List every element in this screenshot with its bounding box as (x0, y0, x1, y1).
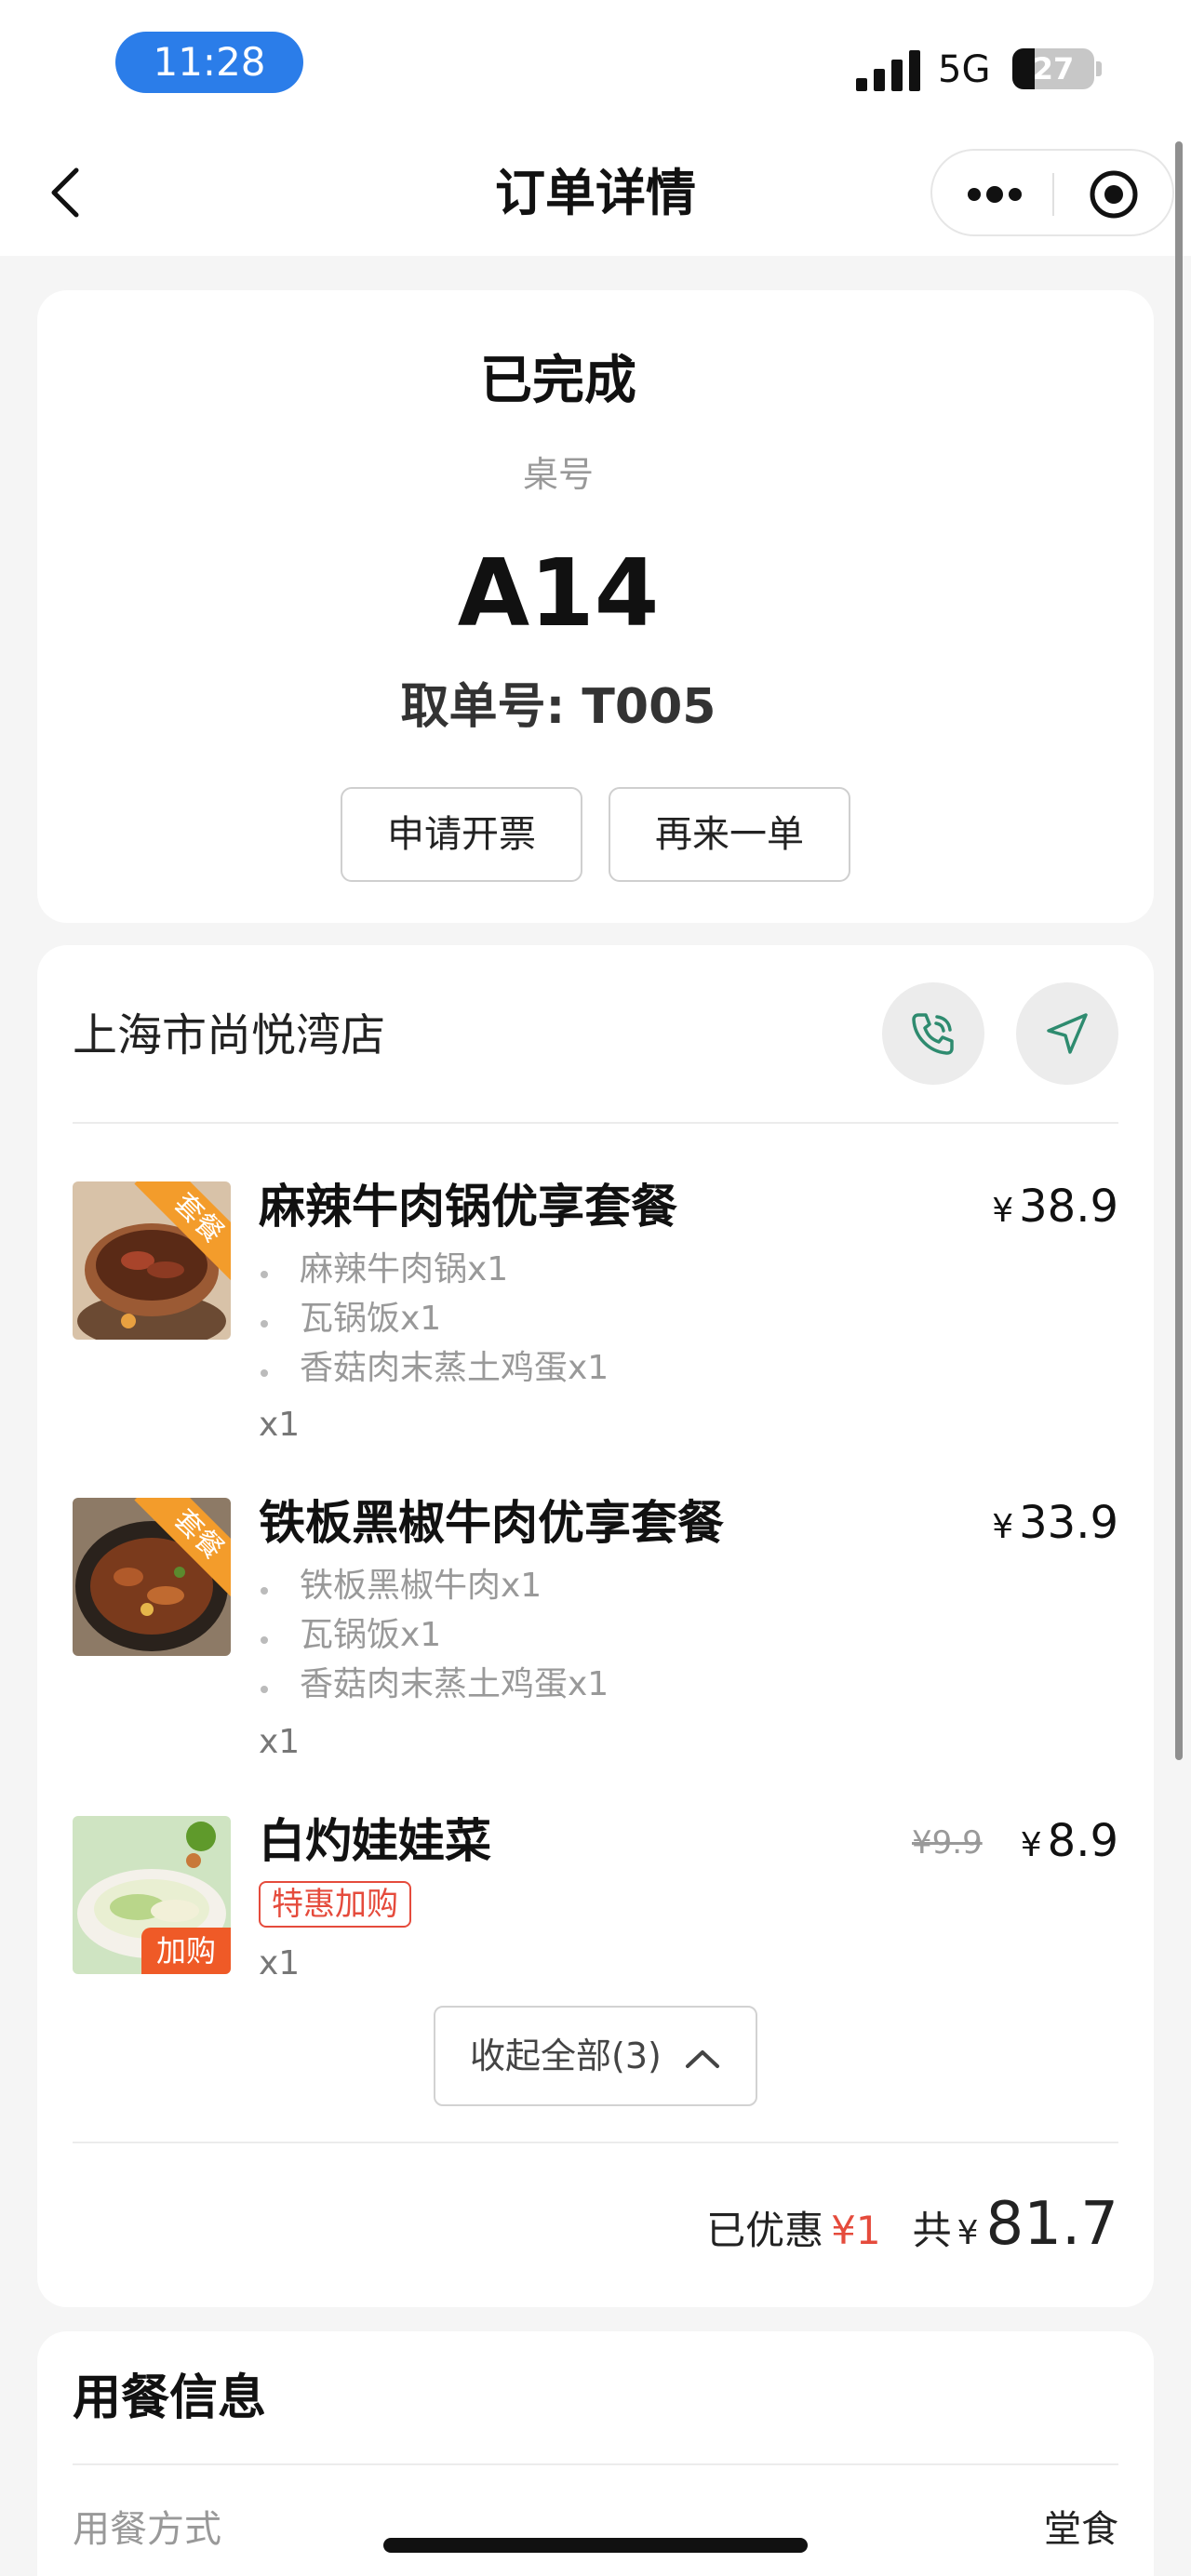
store-name: 上海市尚悦湾店 (73, 1009, 386, 1061)
currency-symbol: ¥ (992, 1192, 1014, 1230)
battery-tip (1096, 61, 1102, 76)
reorder-button[interactable]: 再来一单 (609, 787, 850, 882)
store-divider (73, 1122, 1118, 1124)
item-price-value: 38.9 (1019, 1181, 1118, 1233)
table-number: A14 (457, 539, 660, 647)
navigate-store-button[interactable] (1016, 982, 1118, 1085)
item-price-value: 8.9 (1047, 1815, 1118, 1867)
dining-divider (73, 2463, 1118, 2465)
original-price: ¥9.9 (912, 1824, 983, 1862)
close-miniprogram-button[interactable] (1081, 167, 1146, 221)
dining-method-label: 用餐方式 (73, 2508, 221, 2551)
discount-amount: ¥1 (831, 2208, 881, 2253)
collapse-label: 收起全部(3) (470, 2035, 662, 2076)
total-amount: 81.7 (985, 2190, 1119, 2259)
sub-item: 麻辣牛肉锅x1 (300, 1250, 509, 1288)
more-button[interactable] (960, 171, 1029, 218)
item-quantity: x1 (259, 1944, 301, 1982)
back-button[interactable] (37, 160, 93, 225)
status-time: 11:28 (115, 32, 303, 93)
dining-info-title: 用餐信息 (73, 2370, 267, 2426)
total-label: 共 (912, 2208, 952, 2253)
sub-item: 铁板黑椒牛肉x1 (300, 1567, 542, 1605)
call-store-button[interactable] (882, 982, 984, 1085)
currency-symbol: ¥ (992, 1508, 1014, 1546)
collapse-all-button[interactable]: 收起全部(3) (434, 2006, 757, 2106)
target-icon (1090, 170, 1138, 219)
table-label: 桌号 (522, 454, 594, 495)
item-name: 麻辣牛肉锅优享套餐 (259, 1180, 677, 1234)
sub-item: 香菇肉末蒸土鸡蛋x1 (300, 1349, 609, 1387)
sub-item: 瓦锅饭x1 (300, 1616, 442, 1654)
item-thumbnail[interactable]: 加购 (73, 1816, 231, 1974)
battery-icon: 27 (1012, 48, 1094, 89)
item-name: 铁板黑椒牛肉优享套餐 (259, 1496, 724, 1550)
top-bar: 11:28 5G 27 订单详情 (0, 0, 1191, 256)
item-price-value: 33.9 (1019, 1497, 1118, 1549)
item-name: 白灼娃娃菜 (259, 1814, 491, 1868)
item-quantity: x1 (259, 1723, 301, 1761)
chevron-left-icon (51, 167, 79, 218)
order-status-text: 已完成 (480, 351, 636, 411)
total-currency: ¥ (957, 2214, 979, 2252)
home-indicator[interactable] (383, 2538, 808, 2553)
scrollbar[interactable] (1175, 141, 1183, 1760)
promo-tag: 特惠加购 (259, 1881, 411, 1928)
navigation-arrow-icon (1047, 1013, 1088, 1054)
sub-item: 香菇肉末蒸土鸡蛋x1 (300, 1665, 609, 1703)
invoice-button[interactable]: 申请开票 (341, 787, 582, 882)
item-quantity: x1 (259, 1406, 301, 1444)
more-dots-icon (968, 186, 1022, 203)
add-on-badge: 加购 (141, 1928, 231, 1974)
item-thumbnail[interactable]: 套餐 (73, 1181, 231, 1340)
item-price: ¥8.9 (1021, 1809, 1118, 1878)
dining-method-value: 堂食 (1044, 2508, 1118, 2551)
order-summary: 已优惠 ¥1 共 ¥ 81.7 (706, 2190, 1118, 2274)
discount-label: 已优惠 (706, 2208, 824, 2253)
mini-program-capsule (930, 149, 1174, 236)
chevron-up-icon (685, 2049, 719, 2068)
order-detail-screen: 11:28 5G 27 订单详情 已完成 桌号 A14 取单号: T005 申请… (0, 0, 1191, 2576)
network-type: 5G (938, 48, 991, 91)
capsule-divider (1052, 173, 1054, 216)
sub-item: 瓦锅饭x1 (300, 1300, 442, 1338)
currency-symbol: ¥ (1020, 1826, 1042, 1864)
signal-icon (856, 48, 921, 91)
summary-divider (73, 2142, 1118, 2143)
phone-icon (912, 1013, 954, 1055)
item-price: ¥38.9 (992, 1174, 1118, 1244)
item-thumbnail[interactable]: 套餐 (73, 1498, 231, 1656)
pickup-number: 取单号: T005 (400, 679, 716, 735)
item-price: ¥33.9 (992, 1490, 1118, 1560)
battery-level: 27 (1032, 51, 1075, 87)
